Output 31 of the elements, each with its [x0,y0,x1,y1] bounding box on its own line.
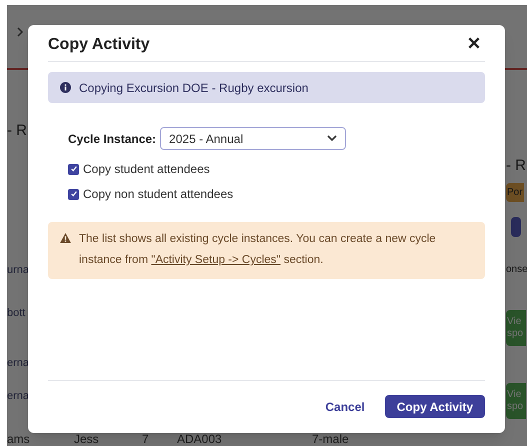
page-heading: - R [506,156,526,176]
checkbox[interactable] [68,188,79,200]
checkbox-label: Copy student attendees [83,161,210,178]
field-label: Cycle Instance: [68,130,156,148]
cycles-link[interactable]: "Activity Setup -> Cycles" [151,254,281,266]
chevron-down-icon [327,135,338,142]
close-icon[interactable] [467,36,481,50]
checkbox[interactable] [68,164,79,174]
table-cell-text: erna [7,356,30,371]
dialog-title: Copy Activity [48,35,150,55]
info-text: Copying Excursion DOE - Rugby excursion [79,80,308,96]
warning-icon [60,233,71,243]
table-cell-text: Jess [74,431,99,446]
table-cell-text: ams [7,431,30,446]
table-cell-text: erna [7,389,30,404]
page-heading: - R [7,121,27,141]
table-cell-text: 7-male [312,431,349,446]
table-header: onse [506,263,527,277]
table-cell-text: ADA003 [177,431,222,446]
copy-activity-button[interactable]: Copy Activity [384,395,485,418]
checkbox-label: Copy non student attendees [83,186,234,203]
info-icon [60,82,71,93]
table-cell-text: bott [7,306,26,321]
warning-text: The list shows all existing cycle instances. You can create a new cycle instance from "Activity Setup -> Cycles" section. [79,232,437,268]
table-cell-text: urna [7,263,30,278]
table-cell-text: 7 [142,431,149,446]
cancel-button[interactable]: Cancel [321,398,369,416]
status-badge: Por [506,183,524,202]
cycle-instance-select[interactable]: 2025 - Annual [160,127,346,150]
toolbar-button[interactable] [511,217,521,237]
chevron-icon [17,27,24,37]
